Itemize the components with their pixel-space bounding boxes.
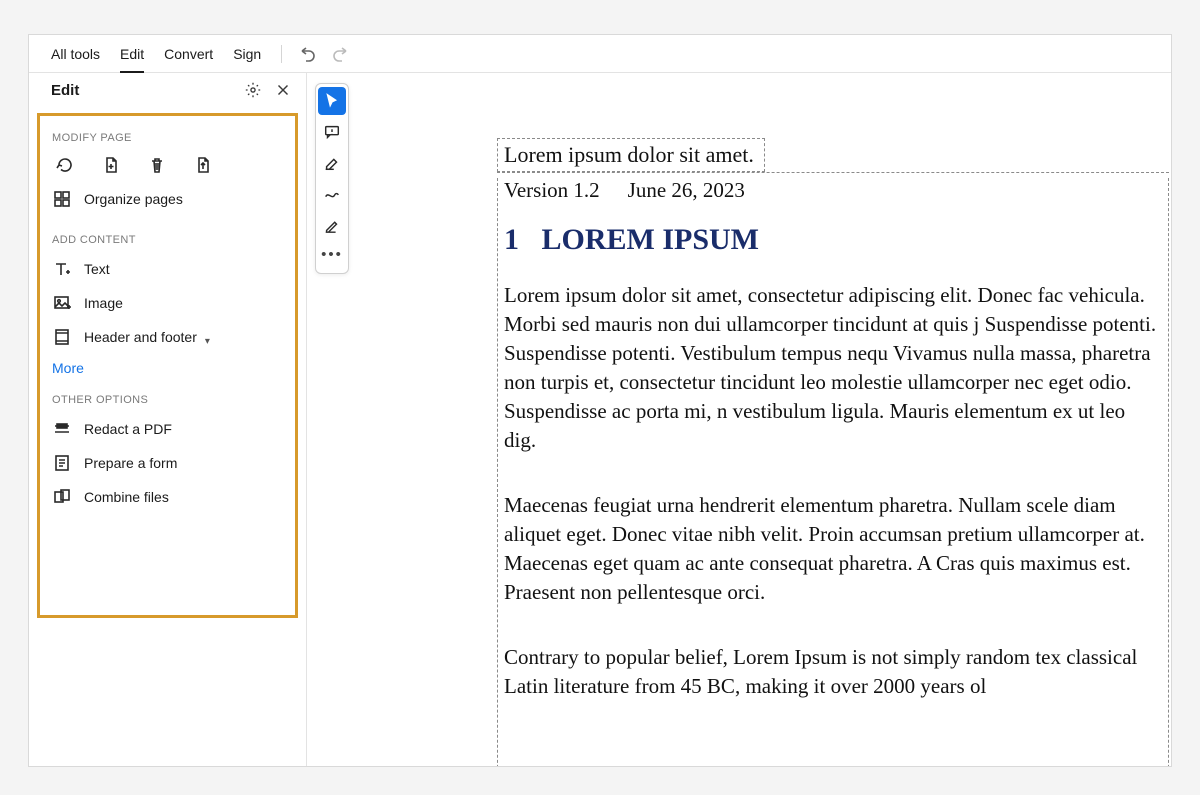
sidebar-highlight: MODIFY PAGE Organize pages ADD CONTENT xyxy=(37,113,298,618)
form-icon xyxy=(52,453,72,473)
add-text[interactable]: Text xyxy=(52,252,283,286)
section-modify-label: MODIFY PAGE xyxy=(52,132,283,144)
add-image[interactable]: Image xyxy=(52,286,283,320)
doc-date: June 26, 2023 xyxy=(628,178,745,202)
organize-pages[interactable]: Organize pages xyxy=(52,182,283,216)
text-icon xyxy=(52,259,72,279)
section-add-label: ADD CONTENT xyxy=(52,234,283,246)
extract-page-icon[interactable] xyxy=(192,154,214,176)
select-tool[interactable] xyxy=(318,87,346,115)
delete-icon[interactable] xyxy=(146,154,168,176)
redo-icon[interactable] xyxy=(330,44,350,64)
draw-tool[interactable] xyxy=(318,180,346,208)
toolbar-edit[interactable]: Edit xyxy=(110,35,154,72)
organize-label: Organize pages xyxy=(84,191,183,207)
toolbar-sign[interactable]: Sign xyxy=(223,35,271,72)
top-toolbar: All tools Edit Convert Sign xyxy=(29,35,1171,73)
doc-heading-num: 1 xyxy=(504,223,519,256)
close-icon[interactable] xyxy=(274,81,292,99)
add-text-label: Text xyxy=(84,261,110,277)
doc-header[interactable]: Lorem ipsum dolor sit amet. xyxy=(497,138,765,172)
redact-icon xyxy=(52,419,72,439)
add-header-footer[interactable]: Header and footer ▾ xyxy=(52,320,283,354)
insert-page-icon[interactable] xyxy=(100,154,122,176)
document-area: ••• Lorem ipsum dolor sit amet. Version … xyxy=(307,73,1171,766)
toolbar-convert[interactable]: Convert xyxy=(154,35,223,72)
panel-title: Edit xyxy=(51,82,79,99)
section-other-label: OTHER OPTIONS xyxy=(52,394,283,406)
organize-icon xyxy=(52,189,72,209)
edit-sidebar: Edit MODIFY PAGE xyxy=(29,73,307,766)
highlight-tool[interactable] xyxy=(318,149,346,177)
toolbar-all-tools[interactable]: All tools xyxy=(41,35,110,72)
undo-icon[interactable] xyxy=(298,44,318,64)
doc-version: Version 1.2 xyxy=(504,178,600,202)
document-page[interactable]: Lorem ipsum dolor sit amet. Version 1.2 J… xyxy=(497,138,1171,766)
redact-pdf[interactable]: Redact a PDF xyxy=(52,412,283,446)
doc-p2[interactable]: Maecenas feugiat urna hendrerit elementu… xyxy=(504,491,1162,607)
comment-tool[interactable] xyxy=(318,118,346,146)
image-icon xyxy=(52,293,72,313)
prepare-form[interactable]: Prepare a form xyxy=(52,446,283,480)
tools-strip: ••• xyxy=(315,83,349,274)
doc-p1[interactable]: Lorem ipsum dolor sit amet, consectetur … xyxy=(504,281,1162,455)
combine-icon xyxy=(52,487,72,507)
header-footer-icon xyxy=(52,327,72,347)
doc-header-line xyxy=(497,172,1169,173)
add-image-label: Image xyxy=(84,295,123,311)
doc-p3[interactable]: Contrary to popular belief, Lorem Ipsum … xyxy=(504,643,1162,701)
form-label: Prepare a form xyxy=(84,455,177,471)
chevron-down-icon: ▾ xyxy=(205,336,210,347)
combine-files[interactable]: Combine files xyxy=(52,480,283,514)
rotate-icon[interactable] xyxy=(54,154,76,176)
combine-label: Combine files xyxy=(84,489,169,505)
redact-label: Redact a PDF xyxy=(84,421,172,437)
toolbar-divider xyxy=(281,45,282,63)
more-tools[interactable]: ••• xyxy=(318,242,346,270)
add-header-footer-label: Header and footer xyxy=(84,329,197,345)
doc-heading: LOREM IPSUM xyxy=(542,223,760,256)
more-link[interactable]: More xyxy=(52,354,283,382)
gear-icon[interactable] xyxy=(244,81,262,99)
sign-tool[interactable] xyxy=(318,211,346,239)
